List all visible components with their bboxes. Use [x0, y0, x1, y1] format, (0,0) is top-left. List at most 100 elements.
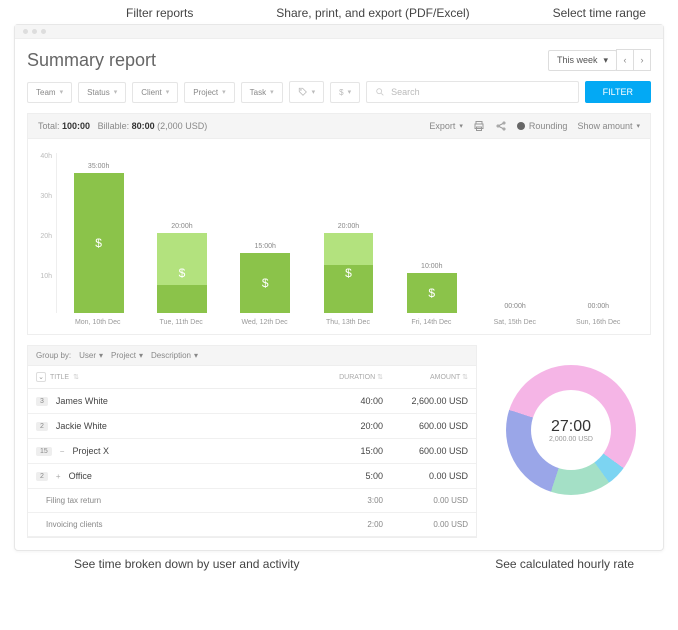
x-tick: Sun, 16th Dec: [557, 319, 640, 326]
bar: $: [74, 173, 124, 313]
table-row[interactable]: 15−Project X15:00600.00 USD: [28, 439, 476, 464]
row-amount: 600.00 USD: [383, 421, 468, 431]
donut-center-value: 27:00: [551, 418, 591, 436]
bars-row: 35:00h$20:00h$15:00h$20:00h$10:00h$00:00…: [56, 153, 640, 313]
donut-chart: 27:00 2,000.00 USD: [491, 345, 651, 515]
bar-column: 00:00h: [557, 153, 640, 313]
chevron-down-icon: ▾: [114, 88, 118, 96]
count-badge: 2: [36, 422, 48, 431]
filter-client[interactable]: Client▾: [132, 82, 178, 103]
count-badge: 2: [36, 472, 48, 481]
x-tick: Mon, 10th Dec: [56, 319, 139, 326]
x-axis-labels: Mon, 10th DecTue, 11th DecWed, 12th DecT…: [56, 319, 640, 326]
search-icon: [375, 87, 385, 97]
print-icon[interactable]: [473, 120, 485, 132]
callout-filter: Filter reports: [126, 6, 193, 20]
row-duration: 40:00: [318, 396, 383, 406]
show-amount-dropdown[interactable]: Show amount▾: [577, 121, 640, 131]
row-title: Filing tax return: [46, 496, 101, 505]
chevron-down-icon: ▾: [139, 351, 143, 360]
row-title: Jackie White: [56, 421, 107, 431]
chevron-down-icon: ▾: [603, 55, 608, 66]
row-title: Invoicing clients: [46, 520, 102, 529]
group-by-user[interactable]: User▾: [79, 351, 103, 360]
row-title-cell: 15−Project X: [36, 446, 318, 456]
bar: $: [324, 233, 374, 313]
expand-toggle[interactable]: −: [60, 447, 65, 456]
time-range-select[interactable]: This week▾: [548, 50, 617, 71]
bar: $: [157, 233, 207, 313]
bar: $: [240, 253, 290, 313]
x-tick: Tue, 11th Dec: [139, 319, 222, 326]
row-amount: 2,600.00 USD: [383, 396, 468, 406]
group-by-project[interactable]: Project▾: [111, 351, 143, 360]
chevron-down-icon: ▾: [636, 122, 640, 130]
totals-summary: Total: 100:00 Billable: 80:00 (2,000 USD…: [38, 121, 207, 131]
filter-button[interactable]: FILTER: [585, 81, 651, 103]
table-row[interactable]: 2+Office5:000.00 USD: [28, 464, 476, 489]
bar-value-label: 20:00h: [338, 223, 359, 230]
bar-value-label: 35:00h: [88, 163, 109, 170]
share-icon[interactable]: [495, 120, 507, 132]
chevron-down-icon: ▾: [270, 88, 274, 96]
row-title-cell: 3 James White: [36, 396, 318, 406]
count-badge: 3: [36, 397, 48, 406]
row-amount: 0.00 USD: [383, 471, 468, 481]
filter-task[interactable]: Task▾: [241, 82, 283, 103]
table-row[interactable]: 2Jackie White20:00600.00 USD: [28, 414, 476, 439]
group-by-description[interactable]: Description▾: [151, 351, 198, 360]
x-tick: Thu, 13th Dec: [306, 319, 389, 326]
x-tick: Wed, 12th Dec: [223, 319, 306, 326]
row-amount: 600.00 USD: [383, 446, 468, 456]
report-toolbar: Total: 100:00 Billable: 80:00 (2,000 USD…: [27, 113, 651, 139]
row-title-cell: 2 Jackie White: [36, 421, 318, 431]
row-amount: 0.00 USD: [383, 496, 468, 505]
search-input[interactable]: Search: [366, 81, 579, 103]
row-amount: 0.00 USD: [383, 520, 468, 529]
row-duration: 3:00: [318, 496, 383, 505]
time-range-next[interactable]: ›: [633, 49, 651, 71]
bar-value-label: 10:00h: [421, 263, 442, 270]
bar-value-label: 20:00h: [171, 223, 192, 230]
table-row[interactable]: Invoicing clients 2:000.00 USD: [28, 513, 476, 537]
sort-icon[interactable]: ⇅: [462, 374, 468, 381]
bar-column: 20:00h $: [307, 153, 390, 313]
breakdown-table: Group by: User▾ Project▾ Description▾ ⌄T…: [27, 345, 477, 538]
filter-project[interactable]: Project▾: [184, 82, 234, 103]
export-dropdown[interactable]: Export▾: [429, 121, 463, 131]
bar-column: 00:00h: [473, 153, 556, 313]
dollar-icon: $: [345, 266, 352, 280]
row-title-cell: Invoicing clients: [46, 520, 318, 529]
group-by-bar: Group by: User▾ Project▾ Description▾: [28, 346, 476, 366]
y-tick: 10h: [38, 273, 52, 280]
filters-bar: Team▾ Status▾ Client▾ Project▾ Task▾ ▾ $…: [15, 75, 663, 113]
chevron-down-icon: ▾: [194, 351, 198, 360]
expand-toggle[interactable]: +: [56, 472, 61, 481]
chevron-down-icon: ▾: [222, 88, 226, 96]
sort-icon[interactable]: ⇅: [73, 373, 79, 381]
filter-billable[interactable]: $ ▾: [330, 82, 360, 103]
dollar-icon: $: [262, 276, 269, 290]
time-range-prev[interactable]: ‹: [616, 49, 634, 71]
filter-tag[interactable]: ▾: [289, 81, 325, 103]
row-title: James White: [56, 396, 108, 406]
time-range-picker[interactable]: This week▾ ‹ ›: [548, 49, 651, 71]
row-title-cell: Filing tax return: [46, 496, 318, 505]
x-tick: Fri, 14th Dec: [390, 319, 473, 326]
rounding-toggle[interactable]: Rounding: [517, 121, 568, 131]
expand-all-toggle[interactable]: ⌄: [36, 372, 46, 382]
bar-chart: 40h30h20h10h 35:00h$20:00h$15:00h$20:00h…: [27, 139, 651, 335]
bar-column: 20:00h $: [140, 153, 223, 313]
row-duration: 2:00: [318, 520, 383, 529]
bar-value-label: 00:00h: [504, 303, 525, 310]
tag-icon: [298, 87, 308, 97]
dollar-icon: $: [179, 266, 186, 280]
filter-team[interactable]: Team▾: [27, 82, 72, 103]
dollar-icon: $: [428, 286, 435, 300]
filter-status[interactable]: Status▾: [78, 82, 126, 103]
row-title: Project X: [72, 446, 109, 456]
y-axis: 40h30h20h10h: [38, 153, 56, 313]
table-row[interactable]: 3 James White 40:002,600.00 USD: [28, 389, 476, 414]
table-row[interactable]: Filing tax return 3:000.00 USD: [28, 489, 476, 513]
row-title-cell: 2+Office: [36, 471, 318, 481]
